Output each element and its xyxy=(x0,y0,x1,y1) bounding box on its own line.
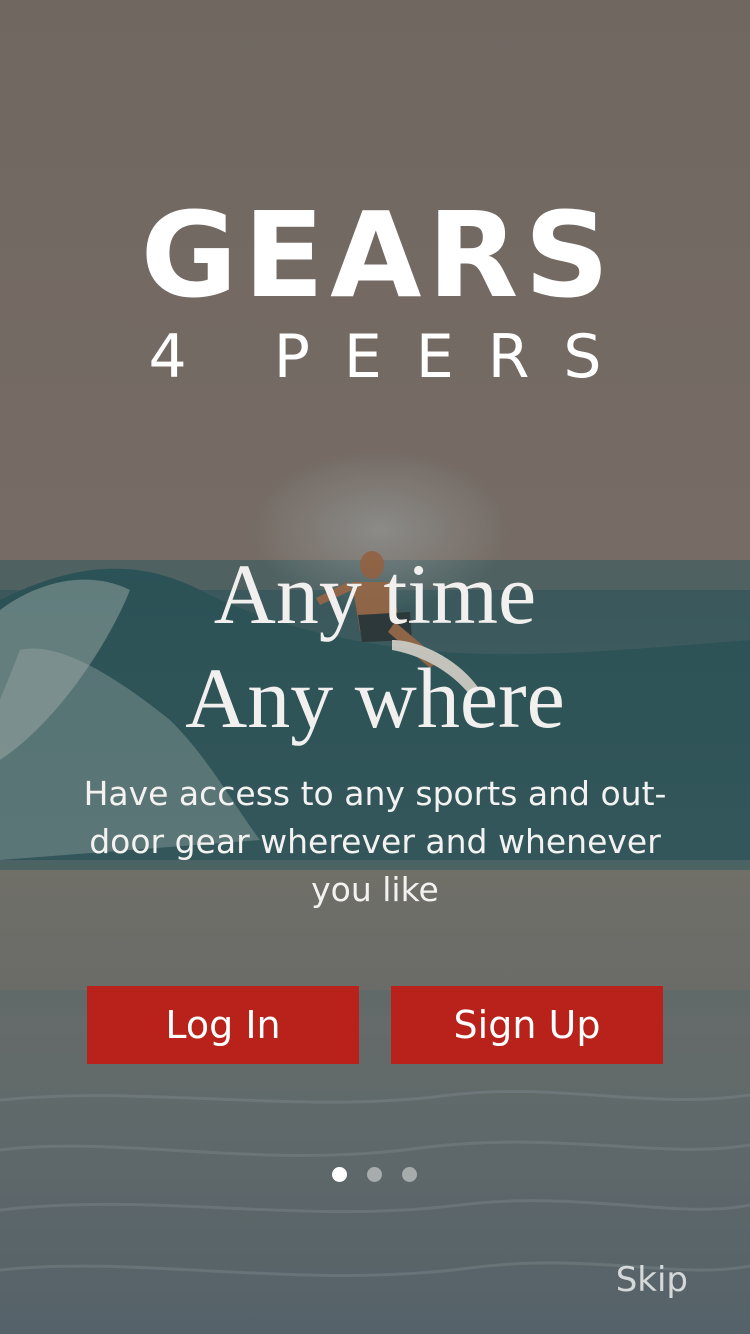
brand-title: GEARS xyxy=(140,186,616,324)
page-indicator xyxy=(332,1167,417,1182)
skip-link[interactable]: Skip xyxy=(616,1260,688,1300)
brand-logo: GEARS 4 PEERS xyxy=(0,196,750,392)
headline-line-2: Any where xyxy=(185,650,565,746)
brand-subtitle: 4 PEERS xyxy=(148,322,636,392)
page-dot-1[interactable] xyxy=(332,1167,347,1182)
headline-line-1: Any time xyxy=(213,546,537,642)
hero-tagline: Have access to any sports and out-door g… xyxy=(83,774,667,909)
page-dot-3[interactable] xyxy=(402,1167,417,1182)
page-dot-2[interactable] xyxy=(367,1167,382,1182)
hero-headline: Any time Any where xyxy=(0,542,750,750)
login-button[interactable]: Log In xyxy=(87,986,359,1064)
signup-button[interactable]: Sign Up xyxy=(391,986,663,1064)
